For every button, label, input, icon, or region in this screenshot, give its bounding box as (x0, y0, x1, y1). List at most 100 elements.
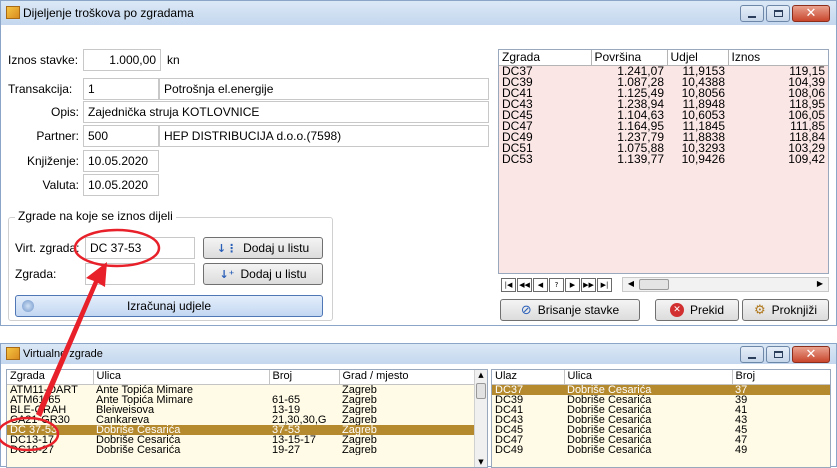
virt-buildings-grid[interactable]: Zgrada Ulica Broj Grad / mjesto ATM11-OA… (6, 369, 488, 468)
table-cell: 39 (735, 394, 748, 405)
scroll-thumb[interactable] (476, 383, 486, 399)
table-row[interactable]: DC37 1.241,07 11,9153 119,15 (499, 65, 828, 77)
next-page-icon[interactable]: ▶▶ (581, 277, 596, 292)
prev-record-icon[interactable]: ◀ (533, 277, 548, 292)
virt-close-button[interactable]: ✕ (792, 346, 830, 363)
table-row[interactable]: BLE-GRAH Bleiweisova 13-19 Zagreb (7, 405, 475, 415)
scroll-left-icon[interactable]: ◀ (625, 279, 637, 288)
table-row[interactable]: ATM11-OART Ante Topića Mimare Zagreb (7, 384, 475, 395)
minimize-button[interactable] (740, 5, 764, 22)
table-row[interactable]: DC47 Dobriše Cesarića 47 (492, 435, 830, 445)
column-header[interactable]: Grad / mjesto (339, 370, 476, 385)
transakcija-id-field[interactable]: 1 (83, 78, 159, 100)
table-cell: DC41 (495, 404, 524, 415)
virt-titlebar[interactable]: Virtualne zgrade ✕ (1, 344, 836, 364)
gear-icon: ⚙ (753, 302, 766, 318)
table-row[interactable]: DC51 1.075,88 10,3293 103,29 (499, 143, 828, 154)
table-row[interactable]: DC41 Dobriše Cesarića 41 (492, 404, 830, 415)
table-row[interactable]: CA21-GR30 Cankareva 21,30,30,G Zagreb (7, 415, 475, 425)
zgrada-field[interactable] (85, 263, 195, 285)
virt-minimize-button[interactable] (740, 346, 764, 363)
next-record-icon[interactable]: ▶ (565, 277, 580, 292)
prekid-button[interactable]: ✕ Prekid (655, 299, 739, 321)
goto-icon[interactable]: ? (549, 277, 564, 292)
proknjizi-button[interactable]: ⚙ Proknjiži (742, 299, 829, 321)
table-row[interactable]: DC45 1.104,63 10,6053 106,05 (499, 110, 828, 121)
column-header[interactable]: Zgrada (7, 370, 94, 385)
table-cell: 103,29 (788, 142, 825, 154)
knjizenje-date-field[interactable]: 10.05.2020 (83, 150, 159, 172)
share-grid[interactable]: Zgrada Površina Udjel Iznos DC37 1.241,07… (498, 49, 829, 274)
table-row[interactable]: DC43 Dobriše Cesarića 43 (492, 414, 830, 425)
table-row[interactable]: ATM61-65 Ante Topića Mimare 61-65 Zagreb (7, 395, 475, 405)
izracunaj-button[interactable]: Izračunaj udjele (15, 295, 323, 317)
table-row[interactable]: DC41 1.125,49 10,8056 108,06 (499, 88, 828, 99)
column-header[interactable]: Broj (269, 370, 340, 385)
table-cell: DC39 (495, 394, 524, 405)
scroll-right-icon[interactable]: ▶ (814, 279, 826, 288)
table-cell: BLE-GRAH (10, 404, 67, 415)
table-row[interactable]: DC19-27 Dobriše Cesarića 19-27 Zagreb (7, 445, 475, 455)
dodaj-virt-label: Dodaj u listu (243, 241, 310, 255)
table-row[interactable]: DC53 1.139,77 10,9426 109,42 (499, 154, 828, 165)
partner-id-field[interactable]: 500 (83, 125, 159, 147)
column-header[interactable]: Udjel (667, 50, 729, 66)
share-grid-hscroll[interactable]: ◀ ▶ (622, 277, 829, 292)
virt-zgrada-field[interactable]: DC 37-53 (85, 237, 195, 259)
table-cell: 104,39 (788, 76, 825, 88)
scroll-thumb[interactable] (639, 279, 669, 290)
valuta-label: Valuta: (42, 178, 79, 192)
brisanje-button[interactable]: ⊘ Brisanje stavke (500, 299, 640, 321)
prev-page-icon[interactable]: ◀◀ (517, 277, 532, 292)
column-header[interactable]: Ulica (93, 370, 270, 385)
table-row[interactable]: DC39 Dobriše Cesarića 39 (492, 394, 830, 405)
close-button[interactable]: ✕ (792, 5, 830, 22)
table-row[interactable]: DC13-17 Dobriše Cesarića 13-15-17 Zagreb (7, 435, 475, 445)
table-row[interactable]: DC 37-53 Dobriše Cesarića 37-53 Zagreb (7, 424, 475, 435)
column-header[interactable]: Ulaz (492, 370, 565, 385)
virt-maximize-button[interactable] (766, 346, 790, 363)
valuta-date-field[interactable]: 10.05.2020 (83, 174, 159, 196)
transakcija-name-field: Potrošnja el.energije (159, 78, 489, 100)
table-cell: 10,6053 (681, 109, 725, 121)
table-row[interactable]: DC39 1.087,28 10,4388 104,39 (499, 77, 828, 88)
column-header[interactable]: Broj (732, 370, 830, 385)
main-window: Dijeljenje troškova po zgradama ✕ Iznos … (0, 0, 837, 326)
table-cell: 111,85 (790, 120, 825, 132)
opis-field[interactable]: Zajednička struja KOTLOVNICE (83, 101, 489, 123)
column-header[interactable]: Zgrada (499, 50, 592, 66)
table-row[interactable]: DC47 1.164,95 11,1845 111,85 (499, 121, 828, 132)
table-cell: Dobriše Cesarića (96, 444, 181, 455)
virt-grid-vscroll[interactable]: ▲ ▼ (474, 370, 487, 467)
table-cell: Zagreb (339, 424, 475, 435)
table-row[interactable]: DC43 1.238,94 11,8948 118,95 (499, 99, 828, 110)
table-cell: 109,42 (788, 153, 825, 165)
scroll-down-icon[interactable]: ▼ (475, 458, 487, 466)
dodaj-zgrada-button[interactable]: ↓⁺ Dodaj u listu (203, 263, 323, 285)
main-titlebar[interactable]: Dijeljenje troškova po zgradama ✕ (1, 1, 836, 25)
table-row[interactable]: DC37 Dobriše Cesarića 37 (492, 384, 830, 395)
table-cell: DC43 (502, 98, 533, 110)
iznos-field[interactable]: 1.000,00 (83, 49, 161, 71)
table-cell: 1.125,49 (617, 87, 664, 99)
dodaj-virt-button[interactable]: ↓⋮ Dodaj u listu (203, 237, 323, 259)
table-row[interactable]: DC49 1.237,79 11,8838 118,84 (499, 132, 828, 143)
maximize-button[interactable] (766, 5, 790, 22)
column-header[interactable]: Površina (591, 50, 668, 66)
table-row[interactable]: DC45 Dobriše Cesarića 45 (492, 425, 830, 435)
column-header[interactable]: Ulica (564, 370, 733, 385)
last-record-icon[interactable]: ▶| (597, 277, 612, 292)
first-record-icon[interactable]: |◀ (501, 277, 516, 292)
table-cell: 1.241,07 (617, 65, 664, 77)
table-cell: 43 (735, 414, 748, 425)
table-cell: Zagreb (342, 384, 377, 395)
scroll-up-icon[interactable]: ▲ (475, 371, 487, 379)
entrances-grid[interactable]: Ulaz Ulica Broj DC37 Dobriše Cesarića 37 DC… (491, 369, 831, 468)
iznos-label: Iznos stavke: (8, 53, 79, 67)
table-row[interactable]: DC49 Dobriše Cesarića 49 (492, 445, 830, 455)
table-cell: 1.139,77 (617, 153, 664, 165)
column-header[interactable]: Iznos (728, 50, 828, 66)
eraser-icon: ⊘ (520, 302, 532, 318)
iznos-unit: kn (167, 53, 180, 67)
table-cell: 11,9153 (682, 65, 726, 77)
